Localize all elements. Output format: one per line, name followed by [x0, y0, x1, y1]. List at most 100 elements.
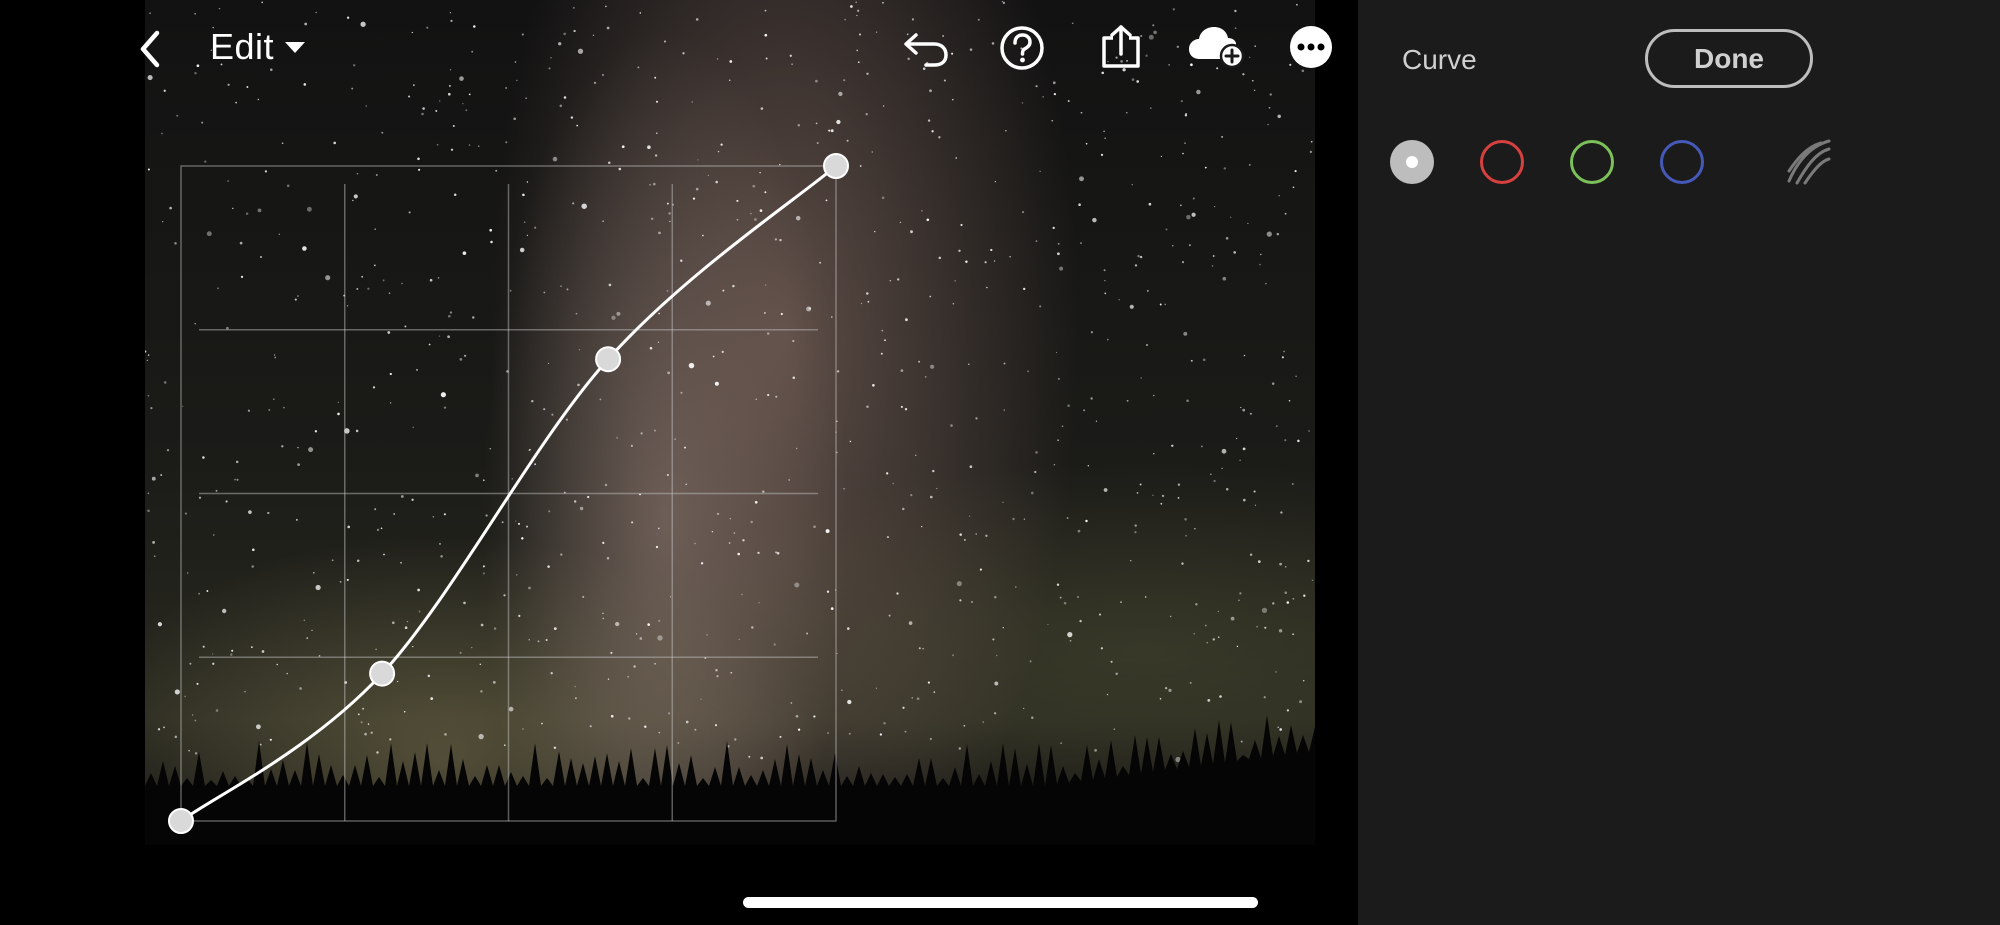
channel-rgb-button[interactable]	[1390, 140, 1434, 184]
star	[910, 230, 913, 234]
edit-menu-button[interactable]: Edit	[210, 22, 306, 72]
star	[1177, 497, 1180, 499]
star	[694, 542, 696, 545]
star	[1194, 528, 1196, 530]
star	[505, 141, 508, 144]
done-button[interactable]: Done	[1645, 29, 1813, 88]
undo-button[interactable]	[900, 24, 952, 74]
star	[1148, 34, 1154, 40]
star	[1259, 263, 1261, 266]
star	[684, 446, 686, 449]
star	[1057, 439, 1059, 441]
curve-control-point[interactable]	[168, 808, 194, 834]
back-chevron-icon	[140, 30, 160, 68]
star	[795, 714, 799, 718]
star	[411, 31, 413, 34]
star	[1079, 176, 1084, 182]
channel-green-button[interactable]	[1570, 140, 1614, 184]
star	[751, 626, 754, 629]
star	[1136, 492, 1139, 494]
star	[857, 61, 860, 64]
star	[459, 651, 462, 654]
star	[911, 697, 913, 699]
star	[215, 709, 219, 712]
star	[1067, 404, 1070, 407]
star	[1284, 212, 1287, 215]
star	[766, 332, 770, 335]
star	[192, 714, 194, 716]
star	[443, 406, 447, 409]
help-button[interactable]	[998, 23, 1046, 73]
cloud-add-icon	[1189, 27, 1245, 69]
star	[994, 260, 996, 262]
star	[558, 42, 562, 46]
star	[754, 218, 757, 221]
share-button[interactable]	[1097, 22, 1145, 72]
star	[1152, 494, 1154, 497]
star	[553, 746, 557, 749]
star	[705, 300, 711, 306]
star	[1051, 120, 1053, 122]
star	[1118, 298, 1120, 301]
star	[573, 7, 575, 9]
star	[286, 672, 288, 675]
star	[245, 212, 249, 215]
star	[490, 240, 493, 244]
star	[188, 749, 190, 752]
star	[259, 255, 263, 259]
star	[404, 325, 407, 328]
cloud-sync-button[interactable]	[1187, 24, 1247, 70]
star	[339, 581, 342, 583]
star	[1212, 638, 1215, 641]
star	[971, 601, 973, 603]
star	[992, 638, 995, 641]
star	[278, 233, 280, 235]
star	[480, 623, 484, 627]
more-button[interactable]	[1289, 25, 1333, 69]
star	[637, 66, 640, 69]
star	[1172, 8, 1175, 11]
star	[1265, 282, 1267, 285]
star	[1189, 244, 1191, 247]
star	[960, 223, 963, 227]
star	[1278, 195, 1280, 197]
parametric-curve-button[interactable]	[1785, 137, 1833, 187]
star	[654, 76, 657, 79]
star	[610, 714, 614, 718]
star	[602, 617, 605, 620]
photo-canvas[interactable]	[145, 0, 1315, 845]
star	[351, 87, 354, 90]
star	[691, 101, 694, 103]
star	[489, 448, 492, 450]
star	[176, 114, 179, 117]
curve-control-point[interactable]	[823, 153, 849, 179]
star	[760, 756, 764, 760]
star	[1278, 629, 1283, 633]
star	[715, 669, 718, 672]
star	[267, 511, 270, 515]
star	[401, 282, 403, 285]
star	[1303, 594, 1306, 597]
star	[449, 12, 452, 14]
star	[231, 649, 234, 652]
back-button[interactable]	[130, 25, 170, 73]
curve-control-point[interactable]	[595, 346, 622, 373]
star	[938, 256, 942, 260]
star	[975, 417, 978, 420]
star	[1213, 479, 1216, 483]
star	[1180, 100, 1183, 103]
star	[1252, 80, 1254, 82]
curve-control-point[interactable]	[369, 660, 396, 687]
star	[1131, 183, 1133, 186]
channel-blue-button[interactable]	[1660, 140, 1704, 184]
star	[283, 406, 285, 409]
star	[1137, 254, 1140, 258]
star	[297, 446, 299, 449]
star	[991, 42, 995, 45]
channel-red-button[interactable]	[1480, 140, 1524, 184]
home-indicator[interactable]	[743, 897, 1258, 908]
star	[357, 713, 360, 716]
star	[700, 698, 702, 700]
star	[1295, 375, 1297, 377]
star	[227, 83, 230, 86]
